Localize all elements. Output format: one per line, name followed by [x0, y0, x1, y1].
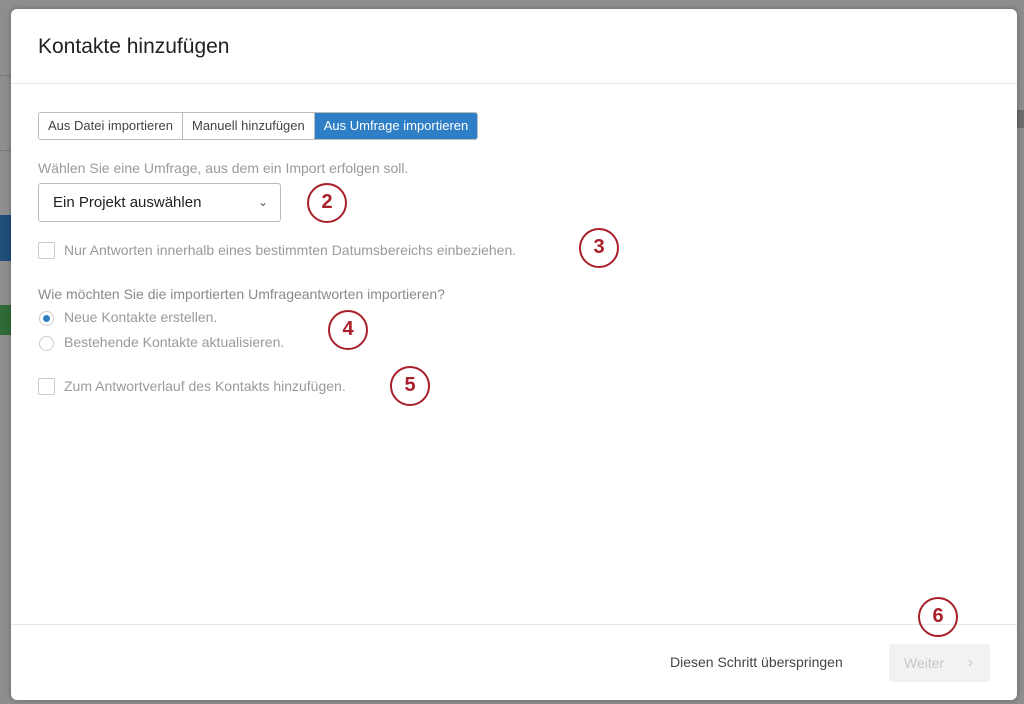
response-history-label: Zum Antwortverlauf des Kontakts hinzufüg…: [64, 378, 346, 394]
project-select[interactable]: Ein Projekt auswählen ⌄: [38, 183, 281, 222]
annotation-marker: 6: [918, 597, 958, 637]
radio-update-contacts-label: Bestehende Kontakte aktualisieren.: [64, 334, 285, 350]
date-range-label: Nur Antworten innerhalb eines bestimmten…: [64, 242, 517, 258]
chevron-down-icon: ⌄: [257, 195, 268, 209]
annotation-marker: 4: [328, 310, 368, 350]
tab-from-file[interactable]: Aus Datei importieren: [39, 113, 183, 139]
annotation-marker: 5: [390, 366, 430, 406]
radio-new-contacts-label: Neue Kontakte erstellen.: [64, 309, 218, 325]
footer-divider: [11, 624, 1017, 625]
annotation-marker: 2: [307, 183, 347, 223]
skip-step-button[interactable]: Diesen Schritt überspringen: [670, 654, 843, 670]
background-divider: [0, 75, 11, 76]
dialog-title: Kontakte hinzufügen: [38, 35, 230, 58]
add-contacts-dialog: Kontakte hinzufügen Aus Datei importiere…: [11, 9, 1017, 700]
project-select-value: Ein Projekt auswählen: [53, 194, 202, 211]
background-page-element: [0, 305, 11, 335]
import-method-tabs: Aus Datei importieren Manuell hinzufügen…: [38, 112, 479, 140]
date-range-checkbox[interactable]: [38, 242, 55, 259]
tab-manual[interactable]: Manuell hinzufügen: [183, 113, 315, 139]
radio-new-contacts[interactable]: [39, 311, 54, 326]
import-mode-question: Wie möchten Sie die importierten Umfrage…: [38, 286, 445, 302]
survey-select-label: Wählen Sie eine Umfrage, aus dem ein Imp…: [38, 160, 409, 176]
chevron-right-icon: ›: [967, 654, 973, 671]
radio-update-contacts[interactable]: [39, 336, 54, 351]
background-page-element: [1017, 110, 1024, 128]
background-page-element: [0, 215, 11, 261]
tab-from-survey[interactable]: Aus Umfrage importieren: [314, 113, 478, 139]
header-divider: [11, 83, 1017, 84]
next-button-label: Weiter: [904, 655, 945, 671]
annotation-marker: 3: [579, 228, 619, 268]
background-divider: [0, 150, 11, 151]
response-history-checkbox[interactable]: [38, 378, 55, 395]
next-button[interactable]: Weiter ›: [889, 644, 990, 682]
